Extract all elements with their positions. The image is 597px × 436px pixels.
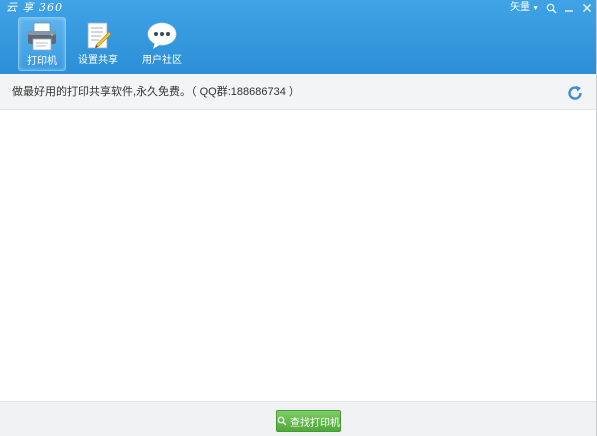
- find-printer-label: 查找打印机: [290, 417, 340, 429]
- printer-list-area: [0, 111, 597, 401]
- share-settings-icon: [81, 20, 115, 52]
- nav-item-label: 设置共享: [78, 55, 118, 66]
- chevron-down-icon: ▼: [532, 4, 539, 12]
- notice-bar: 做最好用的打印共享软件,永久免费。（ QQ群:188686734 ）: [0, 74, 597, 110]
- nav-item-share-settings[interactable]: 设置共享: [72, 17, 124, 71]
- nav-item-label: 打印机: [27, 56, 57, 67]
- notice-text: 做最好用的打印共享软件,永久免费。（ QQ群:188686734 ）: [12, 86, 300, 98]
- feedback-icon[interactable]: [545, 2, 557, 14]
- close-button[interactable]: [581, 2, 593, 14]
- window-controls: 矢量 ▼: [510, 1, 593, 15]
- app-title: 云 享 360: [6, 1, 63, 14]
- nav-item-community[interactable]: 用户社区: [136, 17, 188, 71]
- nav-item-label: 用户社区: [142, 55, 182, 66]
- refresh-icon[interactable]: [567, 85, 583, 101]
- footer-bar: 查找打印机: [0, 401, 597, 436]
- vector-dropdown[interactable]: 矢量 ▼: [510, 1, 539, 16]
- header-toolbar: 云 享 360 矢量 ▼ 打印机 设置共享 用户社区: [0, 0, 597, 74]
- chat-bubble-icon: [145, 20, 179, 52]
- main-nav: 打印机 设置共享 用户社区: [18, 17, 188, 71]
- minimize-button[interactable]: [563, 2, 575, 14]
- nav-item-printer[interactable]: 打印机: [18, 17, 66, 71]
- find-printer-button[interactable]: 查找打印机: [276, 410, 341, 432]
- vector-dropdown-label: 矢量: [510, 1, 531, 13]
- printer-icon: [25, 21, 59, 53]
- search-icon: [277, 416, 287, 426]
